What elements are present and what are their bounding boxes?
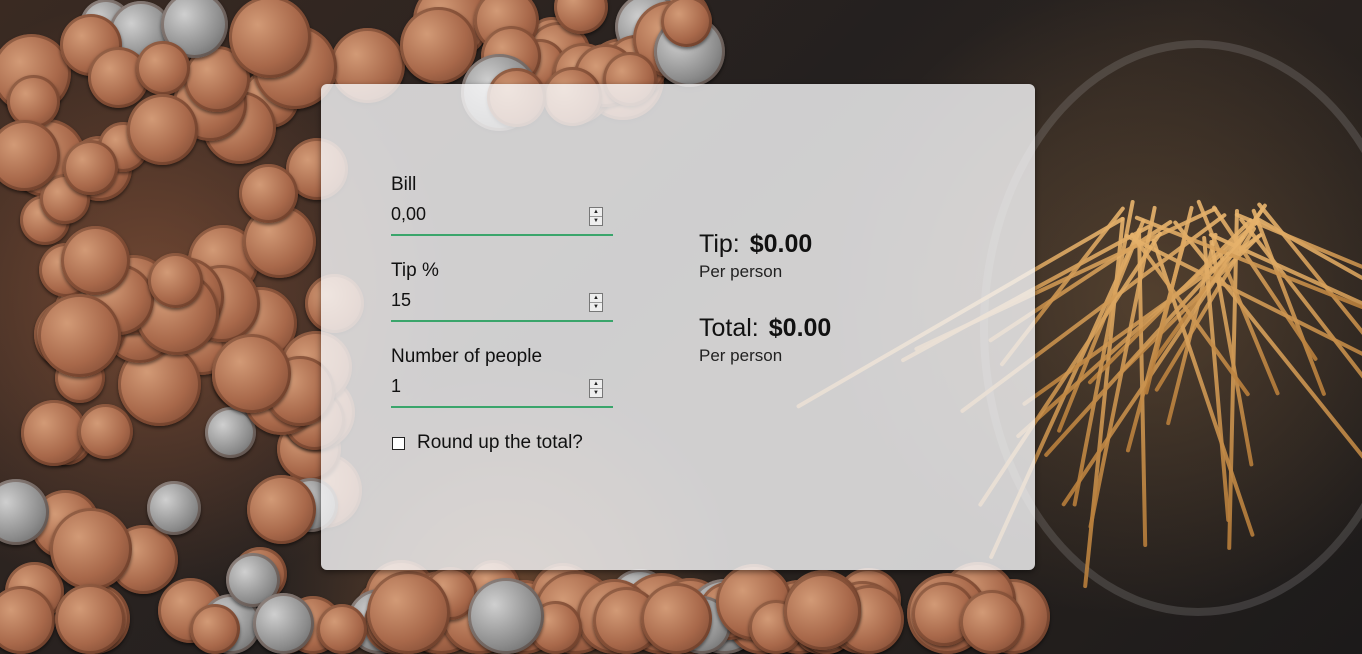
total-result: Total: $0.00 Per person xyxy=(699,314,999,366)
coin-decoration xyxy=(247,475,317,545)
round-up-label[interactable]: Round up the total? xyxy=(417,432,583,454)
tip-percent-input[interactable] xyxy=(391,290,581,311)
coin-decoration xyxy=(55,584,126,654)
coin-decoration xyxy=(126,93,198,165)
round-up-row[interactable]: Round up the total? xyxy=(391,432,613,454)
triangle-down-icon[interactable]: ▼ xyxy=(590,216,602,225)
bill-input-row: ▲ ▼ xyxy=(391,202,613,236)
coin-decoration xyxy=(6,74,60,128)
people-input-row: ▲ ▼ xyxy=(391,374,613,408)
total-result-label: Total: xyxy=(699,313,759,342)
tip-result-label: Tip: xyxy=(699,230,740,258)
coin-decoration xyxy=(78,403,133,459)
coin-decoration xyxy=(146,480,201,535)
coin-decoration xyxy=(61,225,131,295)
coin-decoration xyxy=(38,293,122,377)
coin-decoration xyxy=(212,333,292,413)
people-spinner[interactable]: ▲ ▼ xyxy=(589,379,603,398)
tip-percent-label: Tip % xyxy=(391,260,439,281)
bill-spinner[interactable]: ▲ ▼ xyxy=(589,207,603,226)
tip-result-amount: $0.00 xyxy=(749,230,813,258)
coin-decoration xyxy=(468,578,545,654)
people-input[interactable] xyxy=(391,376,581,397)
triangle-up-icon[interactable]: ▲ xyxy=(590,294,602,302)
tip-result-subtitle: Per person xyxy=(699,261,783,281)
total-result-subtitle: Per person xyxy=(699,345,783,365)
coin-decoration xyxy=(317,604,368,654)
coin-decoration xyxy=(641,583,713,654)
coin-decoration xyxy=(190,604,241,654)
triangle-up-icon[interactable]: ▲ xyxy=(590,380,602,388)
coin-decoration xyxy=(50,507,133,590)
bill-input[interactable] xyxy=(391,204,581,225)
coin-decoration xyxy=(62,140,118,196)
calculator-form: Bill ▲ ▼ Tip % ▲ ▼ Number of people xyxy=(391,174,613,454)
glass-jar xyxy=(980,40,1362,616)
round-up-checkbox[interactable] xyxy=(392,436,405,450)
triangle-up-icon[interactable]: ▲ xyxy=(590,208,602,216)
bill-field: Bill ▲ ▼ xyxy=(391,174,613,236)
bill-label: Bill xyxy=(391,174,417,195)
coin-decoration xyxy=(960,590,1025,654)
results-panel: Tip: $0.00 Per person Total: $0.00 Per per… xyxy=(699,230,999,398)
triangle-down-icon[interactable]: ▼ xyxy=(590,302,602,311)
coin-decoration xyxy=(367,571,451,654)
coin-decoration xyxy=(783,573,861,651)
people-label: Number of people xyxy=(391,346,543,367)
total-result-amount: $0.00 xyxy=(768,313,832,342)
tip-percent-field: Tip % ▲ ▼ xyxy=(391,260,613,322)
triangle-down-icon[interactable]: ▼ xyxy=(590,388,602,397)
tip-percent-spinner[interactable]: ▲ ▼ xyxy=(589,293,603,312)
people-field: Number of people ▲ ▼ xyxy=(391,346,613,408)
tip-result: Tip: $0.00 Per person xyxy=(699,230,999,282)
coin-decoration xyxy=(148,252,204,308)
tip-percent-input-row: ▲ ▼ xyxy=(391,288,613,322)
tip-calculator-card: Bill ▲ ▼ Tip % ▲ ▼ Number of people xyxy=(321,84,1035,570)
